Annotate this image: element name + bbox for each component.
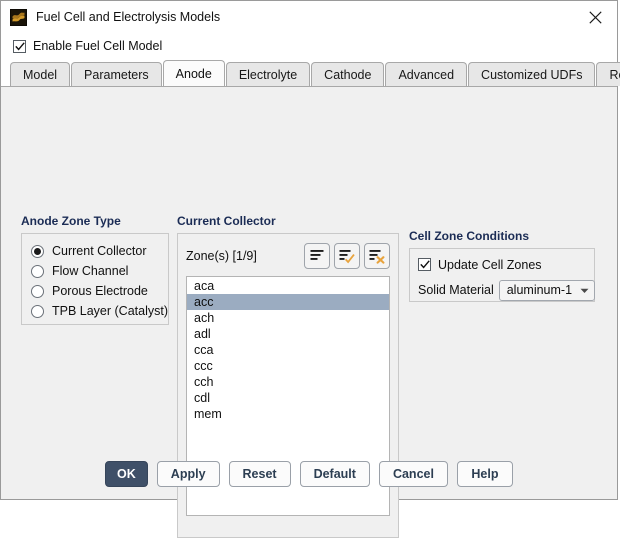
tab-model[interactable]: Model — [10, 62, 71, 86]
dialog-button-bar: OK Apply Reset Default Cancel Help — [1, 461, 617, 487]
list-select-all-icon[interactable] — [334, 243, 360, 269]
fluent-app-icon — [10, 8, 27, 26]
solid-material-row: Solid Material aluminum-1 — [418, 278, 595, 302]
anode-zone-type-title: Anode Zone Type — [21, 214, 121, 228]
anode-zone-type-group: Current Collector Flow Channel Porous El… — [21, 233, 169, 325]
zone-list-item[interactable]: aca — [187, 278, 389, 294]
solid-material-dropdown[interactable]: aluminum-1 — [498, 279, 595, 301]
tab-strip: Model Parameters Anode Electrolyte Catho… — [1, 59, 620, 86]
enable-fuel-cell-model-label: Enable Fuel Cell Model — [33, 39, 163, 53]
apply-button[interactable]: Apply — [156, 461, 220, 487]
update-cell-zones-label: Update Cell Zones — [438, 257, 542, 272]
tab-advanced[interactable]: Advanced — [385, 62, 468, 86]
zone-list-item[interactable]: cca — [187, 342, 389, 358]
cell-zone-conditions-section: Cell Zone Conditions Update Cell Zones S… — [409, 229, 595, 302]
chevron-down-icon — [580, 283, 589, 297]
tab-electrolyte[interactable]: Electrolyte — [225, 62, 311, 86]
close-icon[interactable] — [573, 2, 617, 33]
tab-parameters[interactable]: Parameters — [71, 62, 162, 86]
radio-row-porous-electrode[interactable]: Porous Electrode — [31, 281, 168, 301]
radio-row-flow-channel[interactable]: Flow Channel — [31, 261, 168, 281]
radio-row-tpb-layer[interactable]: TPB Layer (Catalyst) — [31, 301, 168, 321]
zone-list-item[interactable]: adl — [187, 326, 389, 342]
radio-flow-channel[interactable] — [31, 264, 44, 278]
radio-tpb-layer[interactable] — [31, 304, 44, 318]
zones-header: Zone(s) [1/9] — [186, 242, 390, 270]
tab-customized-udfs[interactable]: Customized UDFs — [468, 62, 596, 86]
window-title: Fuel Cell and Electrolysis Models — [36, 10, 221, 24]
help-button[interactable]: Help — [456, 461, 513, 487]
radio-label-tpb-layer: TPB Layer (Catalyst) — [52, 304, 169, 318]
zone-list-item[interactable]: ach — [187, 310, 389, 326]
current-collector-group: Zone(s) [1/9] aca acc ach adl cca ccc cc… — [177, 233, 399, 538]
zone-list-item[interactable]: acc — [187, 294, 389, 310]
cancel-button[interactable]: Cancel — [378, 461, 448, 487]
zone-list-item[interactable]: cch — [187, 374, 389, 390]
list-deselect-all-icon[interactable] — [364, 243, 390, 269]
title-bar: Fuel Cell and Electrolysis Models — [1, 1, 617, 33]
tab-reports[interactable]: Reports — [596, 62, 620, 86]
radio-row-current-collector[interactable]: Current Collector — [31, 241, 168, 261]
cell-zone-conditions-title: Cell Zone Conditions — [409, 229, 529, 243]
list-icon[interactable] — [304, 243, 330, 269]
radio-current-collector[interactable] — [31, 244, 44, 258]
ok-button[interactable]: OK — [105, 461, 148, 487]
enable-fuel-cell-model-row[interactable]: Enable Fuel Cell Model — [1, 33, 617, 59]
zone-list-item[interactable]: mem — [187, 406, 389, 422]
zone-list-item[interactable]: cdl — [187, 390, 389, 406]
reset-button[interactable]: Reset — [228, 461, 291, 487]
default-button[interactable]: Default — [299, 461, 370, 487]
tab-content-anode: Anode Zone Type Current Collector Flow C… — [1, 86, 617, 538]
zone-list-item[interactable]: ccc — [187, 358, 389, 374]
radio-label-current-collector: Current Collector — [52, 244, 147, 258]
radio-label-porous-electrode: Porous Electrode — [52, 284, 148, 298]
current-collector-section: Current Collector Zone(s) [1/9] aca acc … — [177, 214, 399, 538]
tab-anode[interactable]: Anode — [162, 60, 225, 86]
cell-zone-conditions-group: Update Cell Zones Solid Material aluminu… — [409, 248, 595, 302]
fuel-cell-models-dialog: Fuel Cell and Electrolysis Models Enable… — [0, 0, 620, 538]
solid-material-label: Solid Material — [418, 283, 494, 297]
current-collector-title: Current Collector — [177, 214, 276, 228]
enable-fuel-cell-model-checkbox[interactable] — [13, 39, 26, 53]
update-cell-zones-checkbox[interactable] — [418, 258, 431, 271]
tab-cathode[interactable]: Cathode — [311, 62, 385, 86]
radio-label-flow-channel: Flow Channel — [52, 264, 129, 278]
solid-material-value: aluminum-1 — [506, 283, 573, 297]
zones-label: Zone(s) [1/9] — [186, 249, 257, 263]
anode-zone-type-section: Anode Zone Type Current Collector Flow C… — [21, 214, 169, 325]
update-cell-zones-row[interactable]: Update Cell Zones — [418, 255, 594, 274]
radio-porous-electrode[interactable] — [31, 284, 44, 298]
